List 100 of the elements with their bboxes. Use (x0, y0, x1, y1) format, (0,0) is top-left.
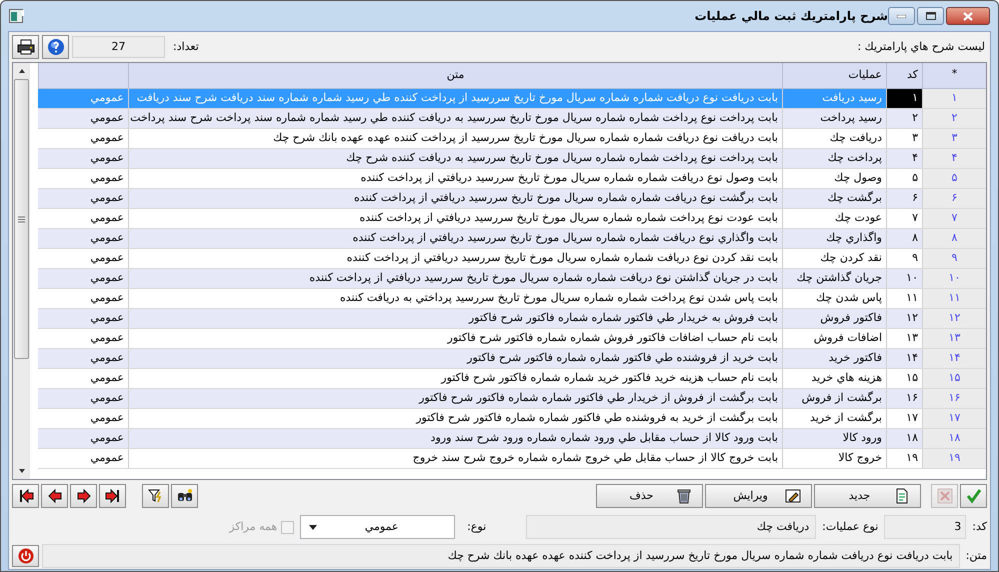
row-number-header[interactable]: * (922, 63, 986, 88)
operation-header[interactable]: عمليات (782, 63, 886, 88)
close-button[interactable] (946, 7, 990, 25)
last-record-icon (104, 488, 120, 504)
row-number-cell: ۱۷ (922, 409, 986, 428)
text-cell: بابت در جريان گذاشتن نوع دريافت شماره شماره سريال مورخ تاريخ سررسيد دريافتي از پرداخت كننده (128, 269, 782, 288)
count-field: 27 (72, 36, 165, 58)
all-centers-label: همه مراكز (229, 518, 278, 535)
printer-icon (16, 39, 34, 55)
text-cell: بابت واگذاري نوع دريافت شماره شماره سريال مورخ تاريخ سررسيد دريافتي از پرداخت كننده (128, 229, 782, 248)
code-cell: ۱ (886, 89, 922, 108)
operation-type-label: نوع عمليات: (822, 518, 878, 535)
vertical-scrollbar[interactable] (13, 63, 30, 479)
minimize-button[interactable] (888, 7, 915, 25)
left-arrow-icon (46, 488, 62, 504)
code-cell: ۸ (886, 229, 922, 248)
new-button[interactable]: جديد (814, 484, 921, 508)
last-button[interactable] (99, 484, 126, 508)
code-cell: ۶ (886, 189, 922, 208)
print-button[interactable] (12, 35, 39, 59)
maximize-icon (926, 12, 936, 20)
operation-type-field[interactable]: دريافت چك (526, 515, 816, 539)
checkmark-icon (966, 488, 982, 504)
type-cell: عمومي (38, 189, 128, 208)
next-button[interactable] (70, 484, 97, 508)
row-number-cell: ۱۵ (922, 369, 986, 388)
delete-button[interactable]: حذف (596, 484, 703, 508)
code-cell: ۱۲ (886, 309, 922, 328)
text-cell: بابت پرداخت نوع پرداخت شماره شماره سريال مورخ تاريخ سررسيد به دريافت كننده شرح چك (128, 149, 782, 168)
filter-button[interactable] (142, 484, 169, 508)
scroll-thumb[interactable] (14, 79, 30, 359)
operation-cell: فاكتور فروش (782, 309, 886, 328)
type-cell: عمومي (38, 109, 128, 128)
operation-cell: واگذاري چك (782, 229, 886, 248)
row-number-cell: ۱۸ (922, 429, 986, 448)
help-button[interactable] (42, 35, 69, 59)
code-field[interactable]: 3 (884, 515, 966, 539)
count-label: تعداد: (173, 38, 199, 55)
dropdown-arrow-icon (309, 524, 318, 530)
type-label: نوع: (467, 518, 486, 535)
row-number-cell: ۲ (922, 109, 986, 128)
code-cell: ۱۶ (886, 389, 922, 408)
operation-cell: ورود كالا (782, 429, 886, 448)
previous-button[interactable] (41, 484, 68, 508)
code-cell: ۴ (886, 149, 922, 168)
operation-cell: فاكتور خريد (782, 349, 886, 368)
new-document-icon (894, 488, 910, 504)
row-number-cell: ۱۰ (922, 269, 986, 288)
text-cell: بابت ورود كالا از حساب مقابل طي ورود شماره شماره ورود شرح سند ورود (128, 429, 782, 448)
row-number-cell: ۱۳ (922, 329, 986, 348)
type-cell: عمومي (38, 389, 128, 408)
type-cell: عمومي (38, 229, 128, 248)
power-icon (18, 548, 34, 564)
help-globe-icon (46, 38, 64, 56)
code-cell: ۱۸ (886, 429, 922, 448)
minimize-icon (897, 14, 906, 18)
row-number-cell: ۳ (922, 129, 986, 148)
code-cell: ۱۰ (886, 269, 922, 288)
confirm-button[interactable] (960, 484, 987, 508)
row-number-cell: ۴ (922, 149, 986, 168)
row-number-cell: ۱۴ (922, 349, 986, 368)
first-button[interactable] (12, 484, 39, 508)
type-dropdown[interactable]: عمومي (300, 515, 456, 539)
text-cell: بابت دريافت نوع دريافت شماره شماره سريال مورخ تاريخ سررسيد از پرداخت كننده طي رسيد شماره شماره سند دريافت شرح سند دريافت (128, 89, 782, 108)
type-cell: عمومي (38, 429, 128, 448)
row-number-cell: ۱۹ (922, 449, 986, 468)
type-cell: عمومي (38, 89, 128, 108)
text-label: متن: (966, 548, 987, 564)
cross-icon (936, 488, 952, 504)
row-number-cell: ۵ (922, 169, 986, 188)
operation-cell: رسيد دريافت (782, 89, 886, 108)
row-number-cell: ۱۱ (922, 289, 986, 308)
exit-button[interactable] (12, 545, 39, 567)
binoculars-icon (176, 488, 192, 504)
code-header[interactable]: كد (886, 63, 922, 88)
right-arrow-icon (76, 488, 92, 504)
operation-cell: پرداخت چك (782, 149, 886, 168)
text-cell: بابت برگشت از فروش از خريدار طي فاكتور شماره شماره فاكتور شرح فاكتور (128, 389, 782, 408)
first-record-icon (18, 488, 34, 504)
operation-cell: رسيد پرداخت (782, 109, 886, 128)
type-cell: عمومي (38, 309, 128, 328)
row-number-cell: ۶ (922, 189, 986, 208)
text-field[interactable]: بابت دريافت نوع دريافت شماره شماره سريال مورخ تاريخ سررسيد از پرداخت كننده عهده عهده بانك شرح چك (42, 544, 960, 568)
code-cell: ۲ (886, 109, 922, 128)
text-cell: بابت خريد از فروشنده طي فاكتور شماره شماره فاكتور شرح فاكتور (128, 349, 782, 368)
row-number-cell: ۷ (922, 209, 986, 228)
row-number-cell: ۹ (922, 249, 986, 268)
text-cell: بابت برگشت نوع دريافت شماره شماره سريال مورخ تاريخ سررسيد دريافتي از پرداخت كننده (128, 189, 782, 208)
find-button[interactable] (171, 484, 198, 508)
list-label: ليست شرح هاي پارامتريك : (857, 38, 985, 55)
row-number-cell: ۱۶ (922, 389, 986, 408)
maximize-button[interactable] (917, 7, 944, 25)
window-title: شرح پارامتريك ثبت مالي عمليات (694, 8, 888, 25)
text-header[interactable]: متن (128, 63, 782, 88)
edit-button[interactable]: ويرايش (705, 484, 812, 508)
filter-icon (148, 488, 164, 504)
type-cell: عمومي (38, 269, 128, 288)
code-label: كد: (972, 518, 987, 535)
type-cell: عمومي (38, 149, 128, 168)
code-cell: ۱۴ (886, 349, 922, 368)
